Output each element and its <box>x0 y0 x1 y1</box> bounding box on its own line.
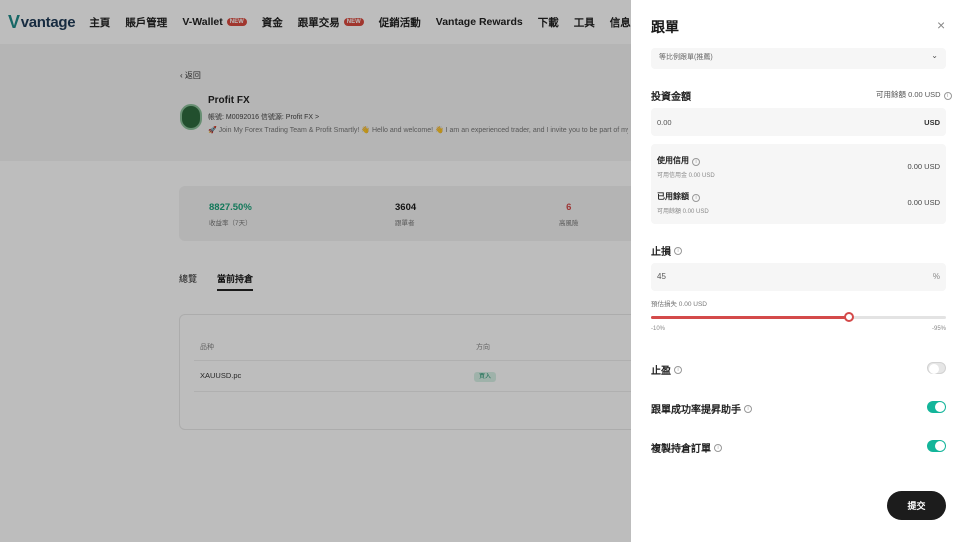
copy-positions-label: 複製持倉訂單 i <box>651 440 722 455</box>
info-icon[interactable]: i <box>744 404 752 413</box>
copy-trade-drawer: 跟單 × 等比例跟單(推薦) ⌄ 投資金額 可用餘額 0.00 USD i 0.0… <box>631 0 964 542</box>
assist-label: 跟單成功率提昇助手 i <box>651 401 752 416</box>
toggle-knob <box>935 441 945 451</box>
toggle-knob <box>929 364 939 374</box>
submit-button[interactable]: 提交 <box>887 491 946 520</box>
select-value: 等比例跟單(推薦) <box>659 54 713 61</box>
slider-min-label: -10% <box>651 326 666 332</box>
use-credit-value: 0.00 USD <box>907 162 940 171</box>
estimated-loss: 預估損失 0.00 USD <box>651 301 707 308</box>
invest-amount-label: 投資金額 <box>651 92 691 103</box>
close-icon[interactable]: × <box>937 17 945 33</box>
copy-positions-toggle[interactable] <box>927 440 946 452</box>
amount-value: 0.00 <box>657 118 672 127</box>
credit-panel: 使用信用 i 可用信用金 0.00 USD 0.00 USD 已用餘額 i 可用餘額… <box>651 144 946 224</box>
slider-thumb[interactable] <box>843 312 854 322</box>
chevron-down-icon: ⌄ <box>931 51 938 60</box>
toggle-knob <box>935 402 945 412</box>
stop-loss-input[interactable]: 45 % <box>651 263 946 291</box>
stop-loss-slider[interactable] <box>651 312 946 322</box>
use-credit-label: 使用信用 i <box>657 155 700 166</box>
info-icon[interactable]: i <box>692 194 700 202</box>
stop-loss-unit: % <box>932 272 940 281</box>
slider-fill <box>651 316 849 319</box>
amount-input[interactable]: 0.00 USD <box>651 108 946 136</box>
take-profit-toggle[interactable] <box>927 362 946 374</box>
used-balance-sub: 可用餘額 0.00 USD <box>657 209 709 215</box>
stop-loss-value: 45 <box>657 272 666 281</box>
take-profit-label: 止盈 i <box>651 362 682 377</box>
stop-loss-label: 止損 i <box>651 243 682 258</box>
amount-unit: USD <box>924 118 940 127</box>
used-balance-label: 已用餘額 i <box>657 191 700 202</box>
assist-toggle[interactable] <box>927 401 946 413</box>
info-icon[interactable]: i <box>714 443 722 452</box>
info-icon[interactable]: i <box>692 158 700 166</box>
info-icon[interactable]: i <box>943 92 952 100</box>
slider-max-label: -95% <box>931 326 946 332</box>
use-credit-sub: 可用信用金 0.00 USD <box>657 173 715 179</box>
drawer-title: 跟單 <box>651 19 679 35</box>
info-icon[interactable]: i <box>674 246 682 255</box>
info-icon[interactable]: i <box>674 365 682 374</box>
used-balance-value: 0.00 USD <box>907 198 940 207</box>
available-balance: 可用餘額 0.00 USD i <box>876 89 952 100</box>
copy-mode-select[interactable]: 等比例跟單(推薦) ⌄ <box>651 48 946 69</box>
